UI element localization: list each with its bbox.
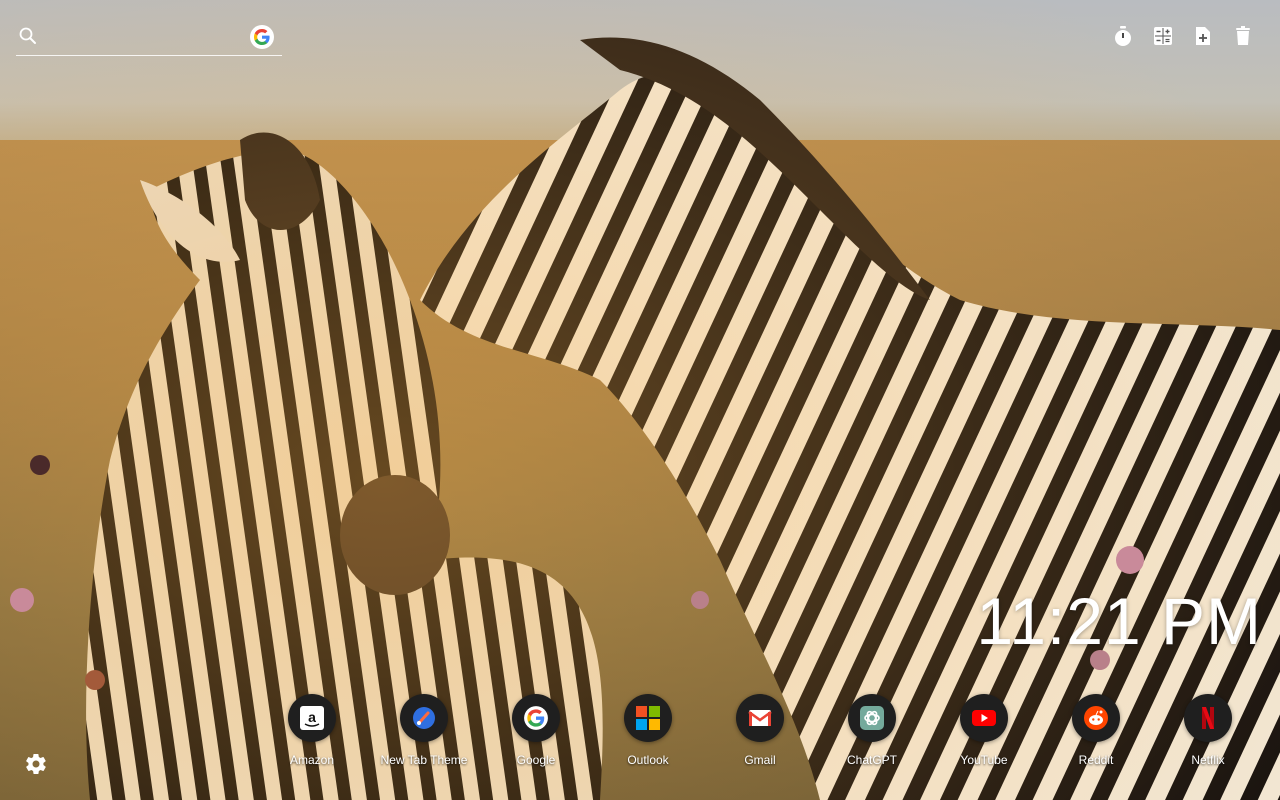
add-note-icon[interactable] (1192, 24, 1214, 48)
timer-icon[interactable] (1112, 24, 1134, 48)
svg-text:a: a (308, 709, 316, 725)
shortcut-outlook[interactable]: Outlook (592, 694, 704, 774)
shortcut-chatgpt[interactable]: ChatGPT (816, 694, 928, 774)
shortcut-google[interactable]: Google (480, 694, 592, 774)
search-icon (18, 26, 38, 46)
shortcut-label: Amazon (289, 753, 335, 767)
zebras-illustration (0, 0, 1280, 800)
shortcuts-dock: a Amazon New Tab Theme Google Outlook Gm… (256, 694, 1264, 774)
calculator-icon[interactable] (1152, 24, 1174, 48)
gear-icon[interactable] (24, 752, 48, 776)
chatgpt-icon (848, 694, 896, 742)
outlook-icon (624, 694, 672, 742)
shortcut-label: Google (516, 753, 556, 767)
trash-icon[interactable] (1232, 24, 1254, 48)
shortcut-label: ChatGPT (846, 753, 897, 767)
shortcut-label: Outlook (627, 753, 669, 767)
google-icon[interactable] (250, 25, 274, 49)
shortcut-netflix[interactable]: Netflix (1152, 694, 1264, 774)
netflix-icon (1184, 694, 1232, 742)
gmail-icon (736, 694, 784, 742)
shortcut-new-tab-theme[interactable]: New Tab Theme (368, 694, 480, 774)
shortcut-amazon[interactable]: a Amazon (256, 694, 368, 774)
wallpaper-zebras (0, 0, 1280, 800)
new-tab-theme-icon (400, 694, 448, 742)
shortcut-label: Netflix (1191, 753, 1225, 767)
amazon-icon: a (288, 694, 336, 742)
shortcut-label: YouTube (960, 753, 1008, 767)
shortcut-reddit[interactable]: Reddit (1040, 694, 1152, 774)
reddit-icon (1072, 694, 1120, 742)
youtube-icon (960, 694, 1008, 742)
google-icon (512, 694, 560, 742)
shortcut-label: Gmail (744, 753, 776, 767)
search-bar[interactable] (16, 22, 282, 56)
shortcut-label: New Tab Theme (380, 753, 468, 767)
shortcut-youtube[interactable]: YouTube (928, 694, 1040, 774)
shortcut-gmail[interactable]: Gmail (704, 694, 816, 774)
search-input[interactable] (46, 26, 246, 48)
toolbar (1112, 24, 1254, 48)
clock: 11:21 PM (976, 584, 1262, 658)
shortcut-label: Reddit (1078, 753, 1114, 767)
